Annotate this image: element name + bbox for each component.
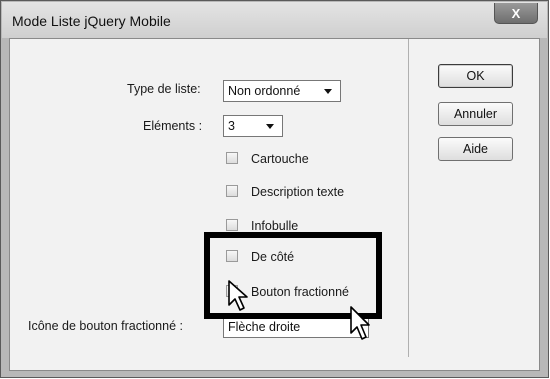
checkbox-label-description: Description texte	[251, 185, 345, 199]
list-type-label: Type de liste:	[127, 82, 201, 96]
divider	[408, 39, 409, 357]
mouse-pointer-icon	[228, 280, 248, 311]
checkbox-infobulle[interactable]	[226, 219, 238, 231]
split-icon-value: Flèche droite	[228, 320, 301, 334]
list-type-select[interactable]: Non ordonné	[223, 80, 341, 102]
list-type-value: Non ordonné	[228, 84, 301, 98]
dialog-body: Type de liste: Non ordonné Eléments : 3 …	[9, 38, 540, 371]
cancel-button[interactable]: Annuler	[438, 102, 513, 126]
elements-label: Eléments :	[143, 119, 203, 133]
elements-select[interactable]: 3	[223, 115, 283, 137]
dialog-title: Mode Liste jQuery Mobile	[12, 13, 171, 29]
title-bar: Mode Liste jQuery Mobile X	[2, 2, 547, 38]
close-button[interactable]: X	[494, 3, 538, 24]
ok-button[interactable]: OK	[438, 64, 513, 88]
checkbox-description[interactable]	[226, 185, 238, 197]
checkbox-cartouche[interactable]	[226, 152, 238, 164]
split-icon-label: Icône de bouton fractionné :	[28, 319, 183, 333]
dropdown-arrow-icon	[266, 124, 274, 129]
split-icon-select[interactable]: Flèche droite	[223, 316, 369, 338]
dialog-window: Mode Liste jQuery Mobile X Type de liste…	[0, 0, 549, 378]
dropdown-arrow-icon	[324, 89, 332, 94]
checkbox-label-infobulle: Infobulle	[251, 219, 299, 233]
help-button[interactable]: Aide	[438, 137, 513, 161]
close-icon: X	[511, 5, 521, 21]
elements-value: 3	[228, 119, 235, 133]
checkbox-label-cartouche: Cartouche	[251, 152, 309, 166]
mouse-pointer-icon	[350, 306, 370, 340]
